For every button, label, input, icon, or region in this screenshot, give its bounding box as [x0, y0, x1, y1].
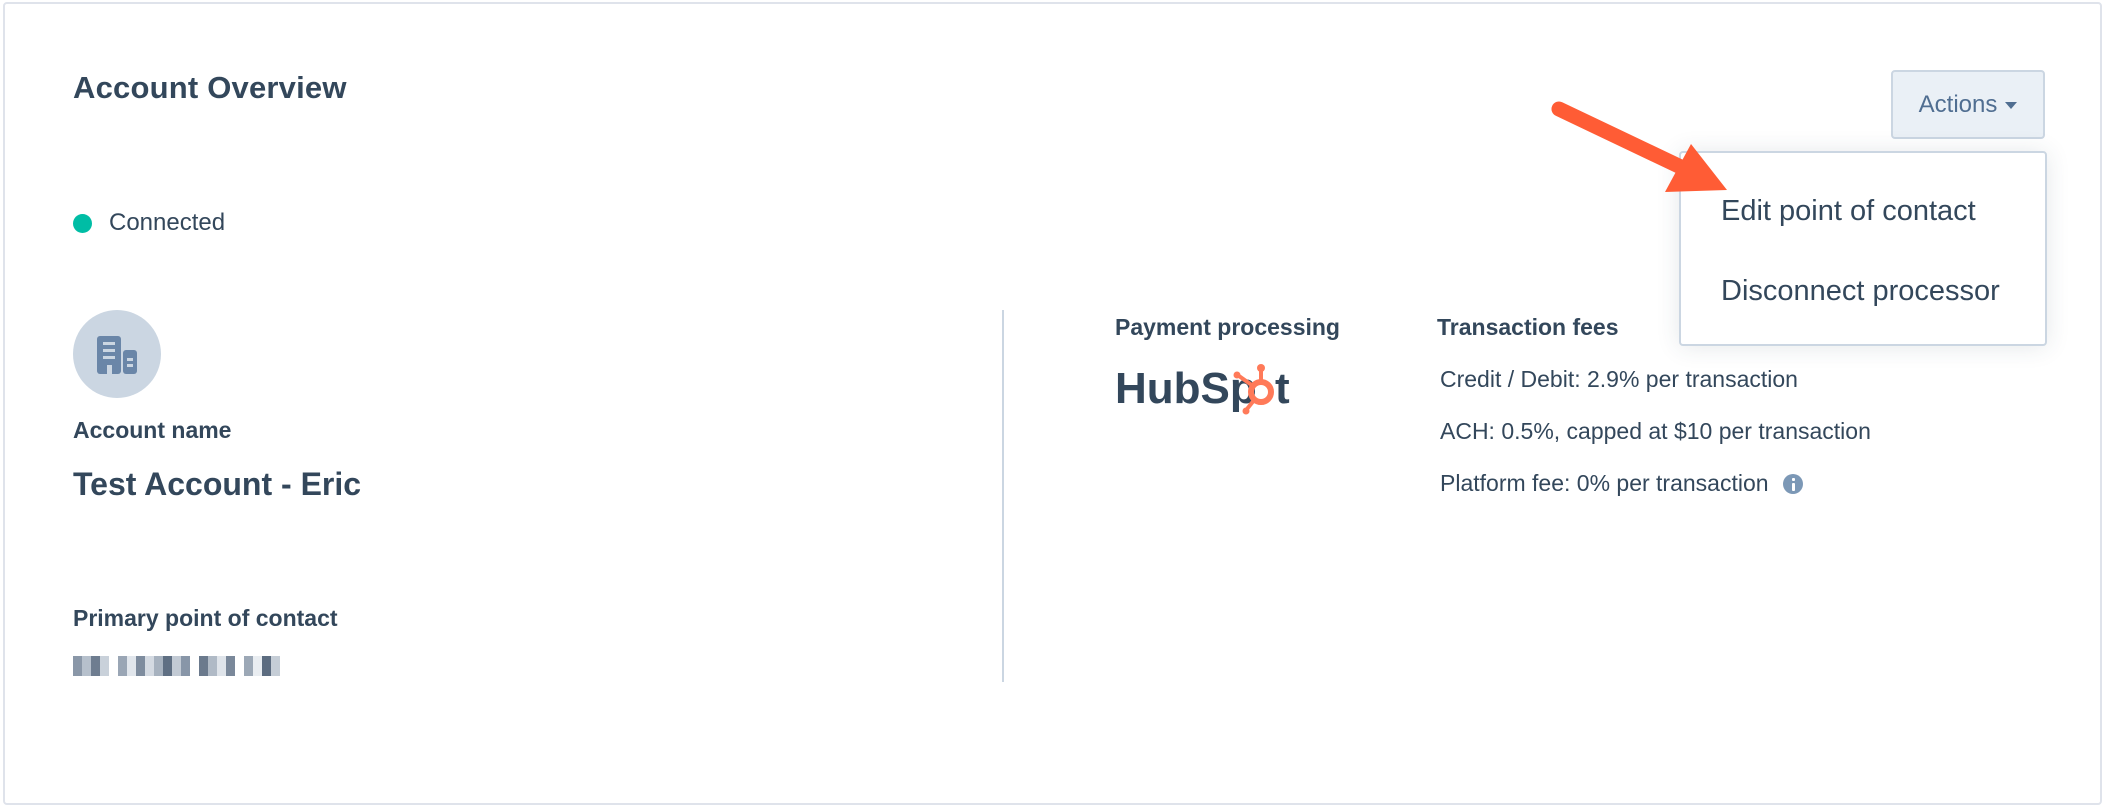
actions-dropdown-button[interactable]: Actions	[1891, 70, 2045, 139]
status-dot-icon	[73, 213, 92, 233]
fee-line-platform: Platform fee: 0% per transaction	[1440, 470, 1803, 497]
actions-button-label: Actions	[1918, 90, 1998, 118]
account-name-label: Account name	[73, 417, 232, 443]
primary-contact-value-redacted	[73, 656, 289, 676]
fee-line-credit-debit: Credit / Debit: 2.9% per transaction	[1440, 366, 1798, 393]
menu-item-edit-point-of-contact[interactable]: Edit point of contact	[1721, 195, 1976, 228]
page-title: Account Overview	[73, 70, 347, 105]
caret-down-icon	[2005, 102, 2018, 109]
fee-line-text: Platform fee: 0% per transaction	[1440, 470, 1769, 496]
primary-contact-label: Primary point of contact	[73, 605, 338, 631]
account-overview-card: Account Overview Actions Edit point of c…	[3, 2, 2102, 805]
vertical-divider	[1002, 310, 1004, 682]
connection-status: Connected	[73, 209, 225, 237]
svg-text:t: t	[1275, 364, 1290, 413]
info-icon[interactable]	[1782, 473, 1803, 494]
transaction-fees-label: Transaction fees	[1437, 314, 1619, 340]
account-name-value: Test Account - Eric	[73, 466, 362, 502]
building-icon	[97, 336, 137, 374]
fee-line-ach: ACH: 0.5%, capped at $10 per transaction	[1440, 418, 1871, 445]
annotation-arrow-icon	[1551, 101, 1727, 192]
menu-item-disconnect-processor[interactable]: Disconnect processor	[1721, 275, 2000, 308]
payment-processing-label: Payment processing	[1115, 314, 1340, 340]
hubspot-logo: HubSp t	[1115, 364, 1290, 415]
fee-line-text: Credit / Debit: 2.9% per transaction	[1440, 366, 1798, 392]
account-avatar	[73, 310, 161, 398]
fee-line-text: ACH: 0.5%, capped at $10 per transaction	[1440, 418, 1871, 444]
svg-text:HubSp: HubSp	[1115, 364, 1257, 413]
status-label: Connected	[109, 209, 226, 236]
